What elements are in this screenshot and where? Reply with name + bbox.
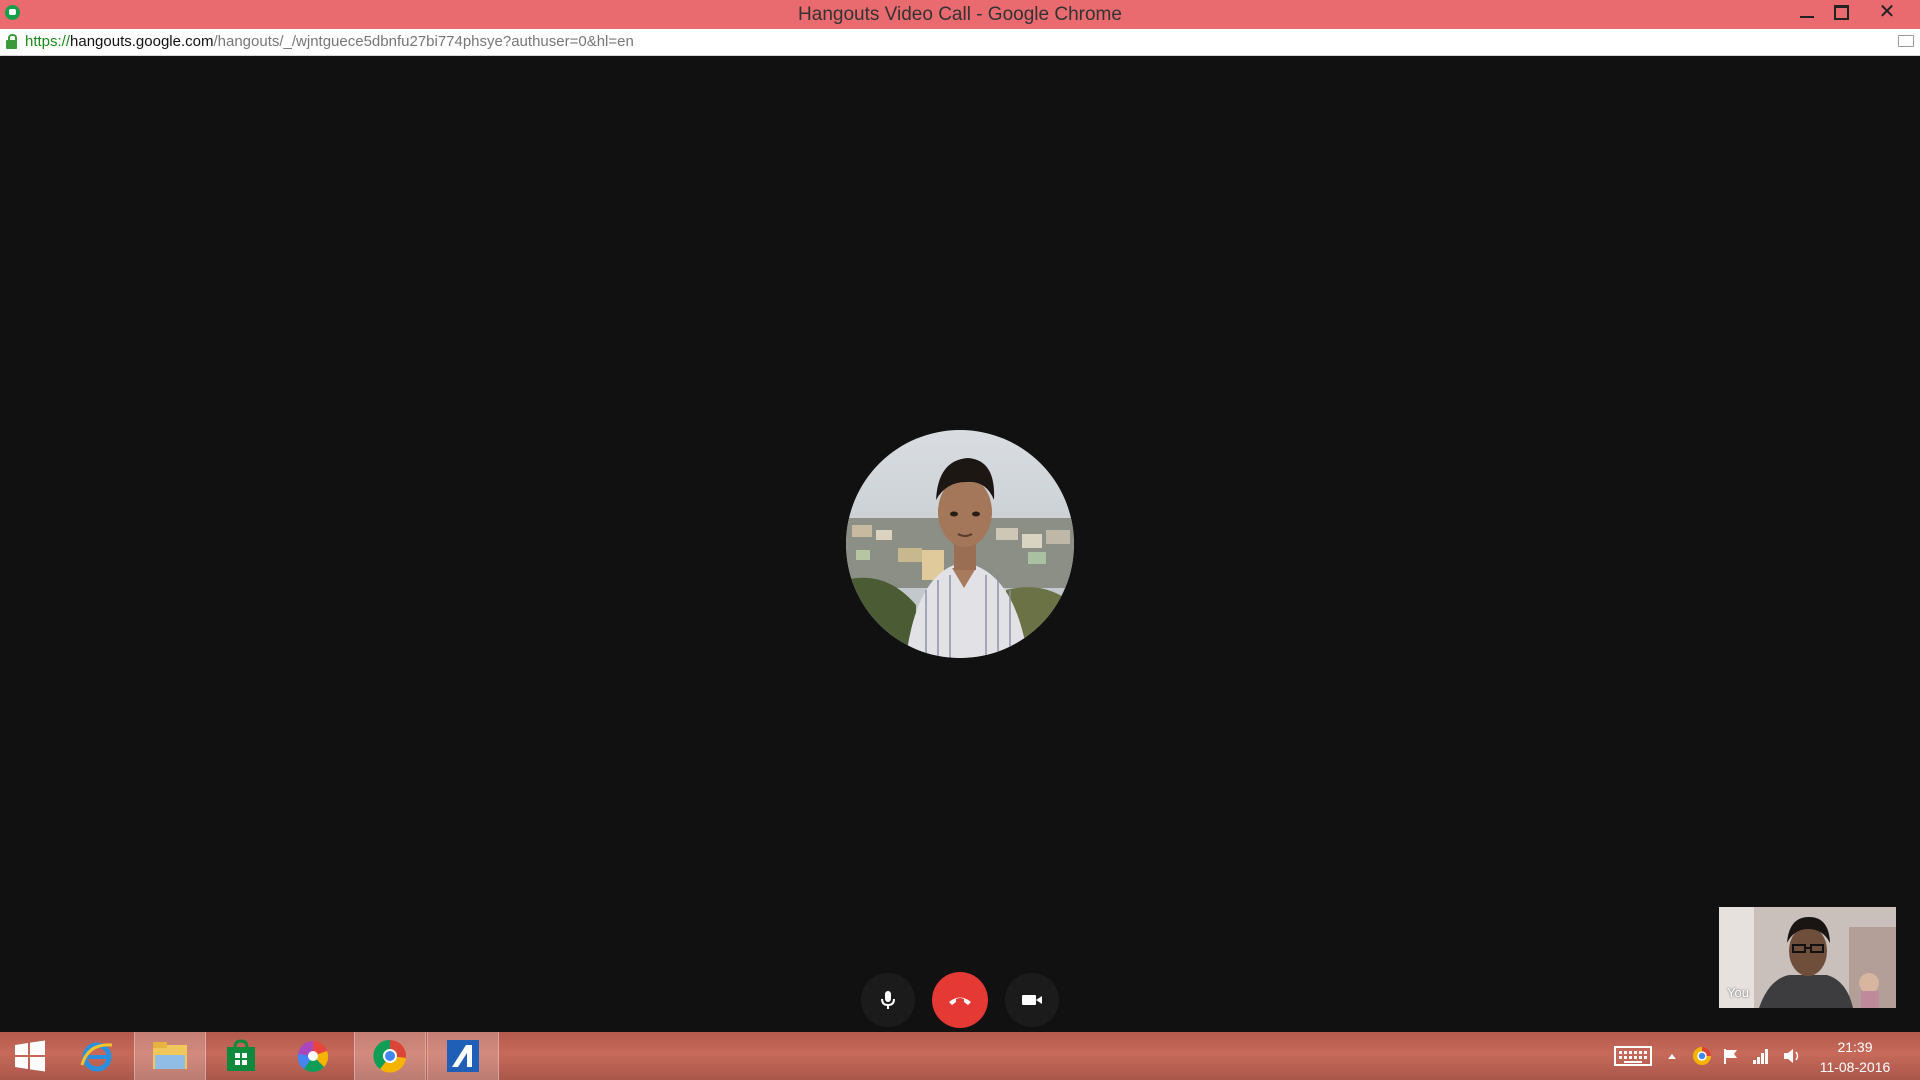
volume-button[interactable] — [1780, 1032, 1804, 1080]
folder-icon — [153, 1042, 187, 1069]
chevron-up-icon — [1668, 1054, 1676, 1059]
cast-icon[interactable] — [1898, 35, 1914, 47]
taskbar-file-explorer[interactable] — [134, 1032, 206, 1080]
action-center-button[interactable] — [1720, 1032, 1742, 1080]
address-bar[interactable]: https://hangouts.google.com/hangouts/_/w… — [0, 29, 1920, 56]
chrome-tray-icon — [1693, 1047, 1711, 1065]
taskbar-store[interactable] — [206, 1032, 276, 1080]
minimize-button[interactable] — [1790, 0, 1824, 24]
tray-chrome[interactable] — [1690, 1032, 1714, 1080]
picasa-icon — [297, 1040, 329, 1072]
windows-logo-icon — [15, 1040, 45, 1072]
self-view-label: You — [1727, 985, 1749, 1000]
call-stage: You — [0, 56, 1920, 1032]
hang-up-button[interactable] — [932, 972, 988, 1028]
keyboard-icon — [1614, 1046, 1652, 1066]
store-bag-icon — [227, 1039, 255, 1071]
chrome-icon — [373, 1039, 407, 1073]
remote-participant-avatar — [846, 430, 1074, 658]
touch-keyboard-button[interactable] — [1612, 1032, 1654, 1080]
lock-icon — [6, 34, 17, 49]
close-icon: ✕ — [1878, 1, 1896, 23]
microphone-icon — [881, 991, 895, 1009]
start-button[interactable] — [0, 1032, 60, 1080]
url-path: /hangouts/_/wjntguece5dbnfu27bi774phsye?… — [213, 33, 634, 50]
url-scheme: https:// — [25, 33, 71, 50]
taskbar-app-a[interactable] — [427, 1032, 499, 1080]
internet-explorer-icon — [80, 1042, 113, 1072]
speaker-icon — [1784, 1049, 1799, 1063]
restore-icon — [1833, 4, 1849, 20]
taskbar-google-chrome[interactable] — [354, 1032, 426, 1080]
taskbar-clock[interactable]: 21:39 11-08-2016 — [1810, 1037, 1900, 1077]
close-button[interactable]: ✕ — [1868, 0, 1906, 24]
minimize-icon — [1800, 16, 1814, 18]
video-camera-icon — [1022, 995, 1042, 1005]
url-host: hangouts.google.com — [70, 33, 214, 50]
taskbar: 21:39 11-08-2016 — [0, 1032, 1920, 1080]
hang-up-icon — [949, 997, 971, 1005]
window-title: Hangouts Video Call - Google Chrome — [798, 4, 1122, 25]
self-view[interactable]: You — [1719, 907, 1896, 1008]
signal-icon — [1753, 1049, 1768, 1064]
clock-time: 21:39 — [1837, 1039, 1873, 1055]
window-title-bar: Hangouts Video Call - Google Chrome ✕ — [0, 0, 1920, 29]
toggle-camera-button[interactable] — [1005, 973, 1059, 1027]
clock-date: 11-08-2016 — [1819, 1059, 1891, 1075]
taskbar-picasa[interactable] — [278, 1032, 348, 1080]
network-button[interactable] — [1750, 1032, 1772, 1080]
mute-microphone-button[interactable] — [861, 973, 915, 1027]
show-hidden-icons-button[interactable] — [1662, 1032, 1682, 1080]
flag-icon — [1724, 1049, 1737, 1064]
restore-button[interactable] — [1824, 0, 1858, 24]
a-logo-icon — [447, 1040, 479, 1072]
avatar-photo — [846, 430, 1074, 658]
taskbar-internet-explorer[interactable] — [62, 1032, 132, 1080]
url-text[interactable]: https://hangouts.google.com/hangouts/_/w… — [25, 33, 634, 50]
